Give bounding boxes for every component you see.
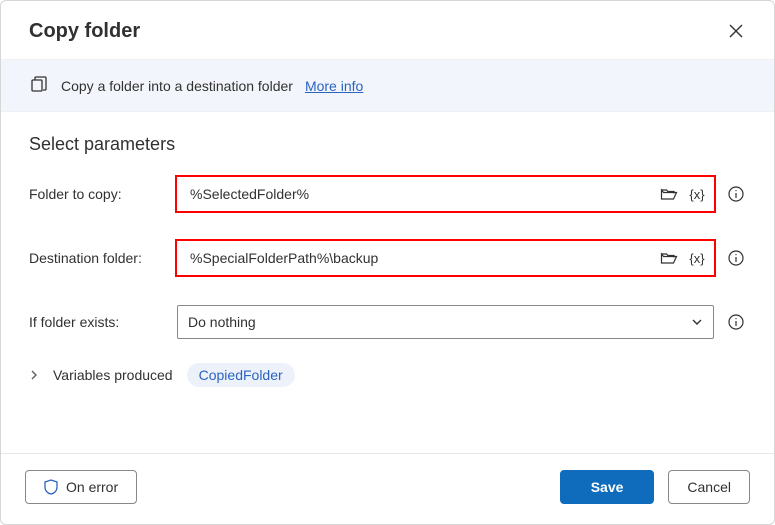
field-icons: {x} [659, 184, 707, 204]
variables-toggle[interactable] [29, 370, 39, 380]
insert-variable-button[interactable]: {x} [687, 184, 707, 204]
chevron-right-icon [29, 370, 39, 380]
input-wrap-folder-to-copy: {x} [177, 177, 714, 211]
dialog-header: Copy folder [1, 1, 774, 59]
on-error-button[interactable]: On error [25, 470, 137, 504]
label-if-exists: If folder exists: [29, 314, 165, 330]
folder-open-icon [660, 251, 678, 265]
copy-folder-icon [29, 74, 49, 97]
variables-produced-label: Variables produced [53, 367, 173, 383]
copy-folder-dialog: Copy folder Copy a folder into a destina… [0, 0, 775, 525]
close-button[interactable] [722, 17, 750, 45]
info-button-if-exists[interactable] [726, 312, 746, 332]
select-if-exists-value: Do nothing [188, 314, 256, 330]
footer-right: Save Cancel [560, 470, 750, 504]
input-folder-to-copy[interactable] [188, 178, 659, 210]
label-destination-folder: Destination folder: [29, 250, 165, 266]
save-button[interactable]: Save [560, 470, 655, 504]
variables-produced-row: Variables produced CopiedFolder [29, 363, 746, 387]
info-button-folder-to-copy[interactable] [726, 184, 746, 204]
info-button-destination-folder[interactable] [726, 248, 746, 268]
shield-icon [44, 479, 58, 495]
on-error-label: On error [66, 479, 118, 495]
field-icons: {x} [659, 248, 707, 268]
dialog-title: Copy folder [29, 20, 140, 43]
row-destination-folder: Destination folder: {x} [29, 241, 746, 275]
folder-open-icon [660, 187, 678, 201]
close-icon [729, 24, 743, 38]
section-title: Select parameters [29, 134, 746, 155]
label-folder-to-copy: Folder to copy: [29, 186, 165, 202]
description-text: Copy a folder into a destination folder [61, 78, 293, 94]
row-if-exists: If folder exists: Do nothing [29, 305, 746, 339]
dialog-body: Select parameters Folder to copy: {x} [1, 112, 774, 453]
input-wrap-destination-folder: {x} [177, 241, 714, 275]
browse-destination-button[interactable] [659, 248, 679, 268]
variable-chip-copiedfolder[interactable]: CopiedFolder [187, 363, 295, 387]
cancel-button[interactable]: Cancel [668, 470, 750, 504]
browse-folder-button[interactable] [659, 184, 679, 204]
row-folder-to-copy: Folder to copy: {x} [29, 177, 746, 211]
description-bar: Copy a folder into a destination folder … [1, 59, 774, 112]
info-icon [728, 250, 744, 266]
insert-variable-button[interactable]: {x} [687, 248, 707, 268]
chevron-down-icon [691, 316, 703, 328]
dialog-footer: On error Save Cancel [1, 453, 774, 524]
more-info-link[interactable]: More info [305, 78, 363, 94]
select-if-exists[interactable]: Do nothing [177, 305, 714, 339]
info-icon [728, 314, 744, 330]
input-destination-folder[interactable] [188, 242, 659, 274]
info-icon [728, 186, 744, 202]
